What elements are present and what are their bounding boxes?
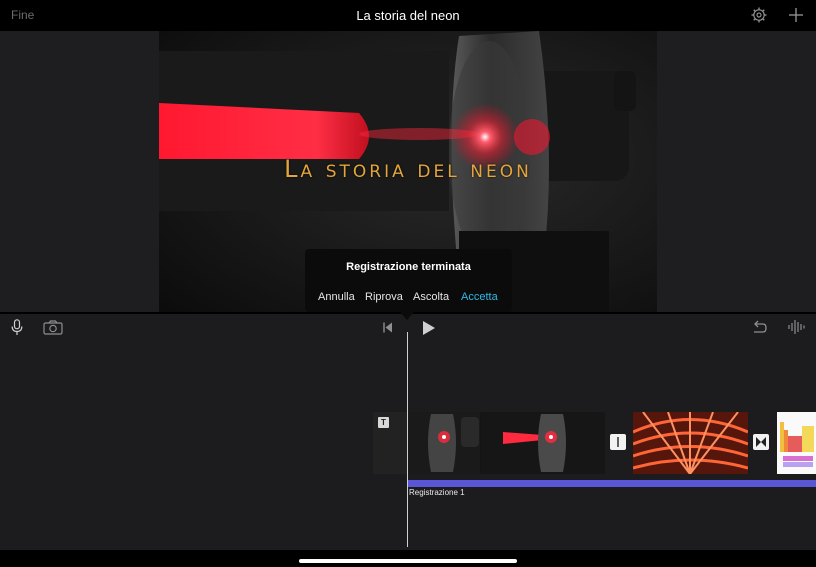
title-badge: T — [378, 417, 389, 428]
project-title: La storia del neon — [356, 8, 460, 23]
skip-to-start-icon[interactable] — [383, 322, 393, 333]
imovie-editor: Fine La storia del neon La storia del ne… — [0, 0, 816, 567]
timeline-clip-periodic-table[interactable] — [777, 412, 816, 474]
clip-thumbnail — [777, 412, 816, 474]
camera-icon[interactable] — [43, 320, 63, 335]
playback-controls — [0, 314, 816, 342]
voiceover-audio-track[interactable] — [408, 480, 816, 487]
clip-thumbnail — [633, 412, 748, 474]
cancel-button[interactable]: Annulla — [318, 291, 355, 303]
audio-waveform-icon[interactable] — [788, 319, 806, 335]
transition-button[interactable] — [753, 434, 769, 450]
popup-title: Registrazione terminata — [346, 261, 471, 273]
accept-button[interactable]: Accetta — [461, 291, 498, 303]
top-bar: Fine La storia del neon — [0, 0, 816, 31]
plus-icon[interactable] — [788, 7, 804, 23]
listen-button[interactable]: Ascolta — [413, 291, 449, 303]
transition-cross-dissolve-icon — [756, 437, 766, 447]
transition-button[interactable] — [610, 434, 626, 450]
undo-icon[interactable] — [751, 320, 767, 334]
transition-none-icon — [617, 437, 619, 447]
home-indicator[interactable] — [299, 559, 517, 563]
timeline: T Registrazione 1 — [0, 342, 816, 550]
retry-button[interactable]: Riprova — [365, 291, 403, 303]
playhead[interactable] — [407, 332, 408, 547]
recording-finished-popup: Registrazione terminata Annulla Riprova … — [305, 249, 512, 312]
voiceover-track-label: Registrazione 1 — [409, 488, 465, 497]
timeline-clip-neon-lights[interactable] — [633, 412, 748, 474]
video-overlay-title: La storia del neon — [284, 155, 532, 183]
play-icon[interactable] — [422, 320, 436, 336]
gear-icon[interactable] — [751, 7, 767, 23]
microphone-icon[interactable] — [11, 319, 23, 336]
